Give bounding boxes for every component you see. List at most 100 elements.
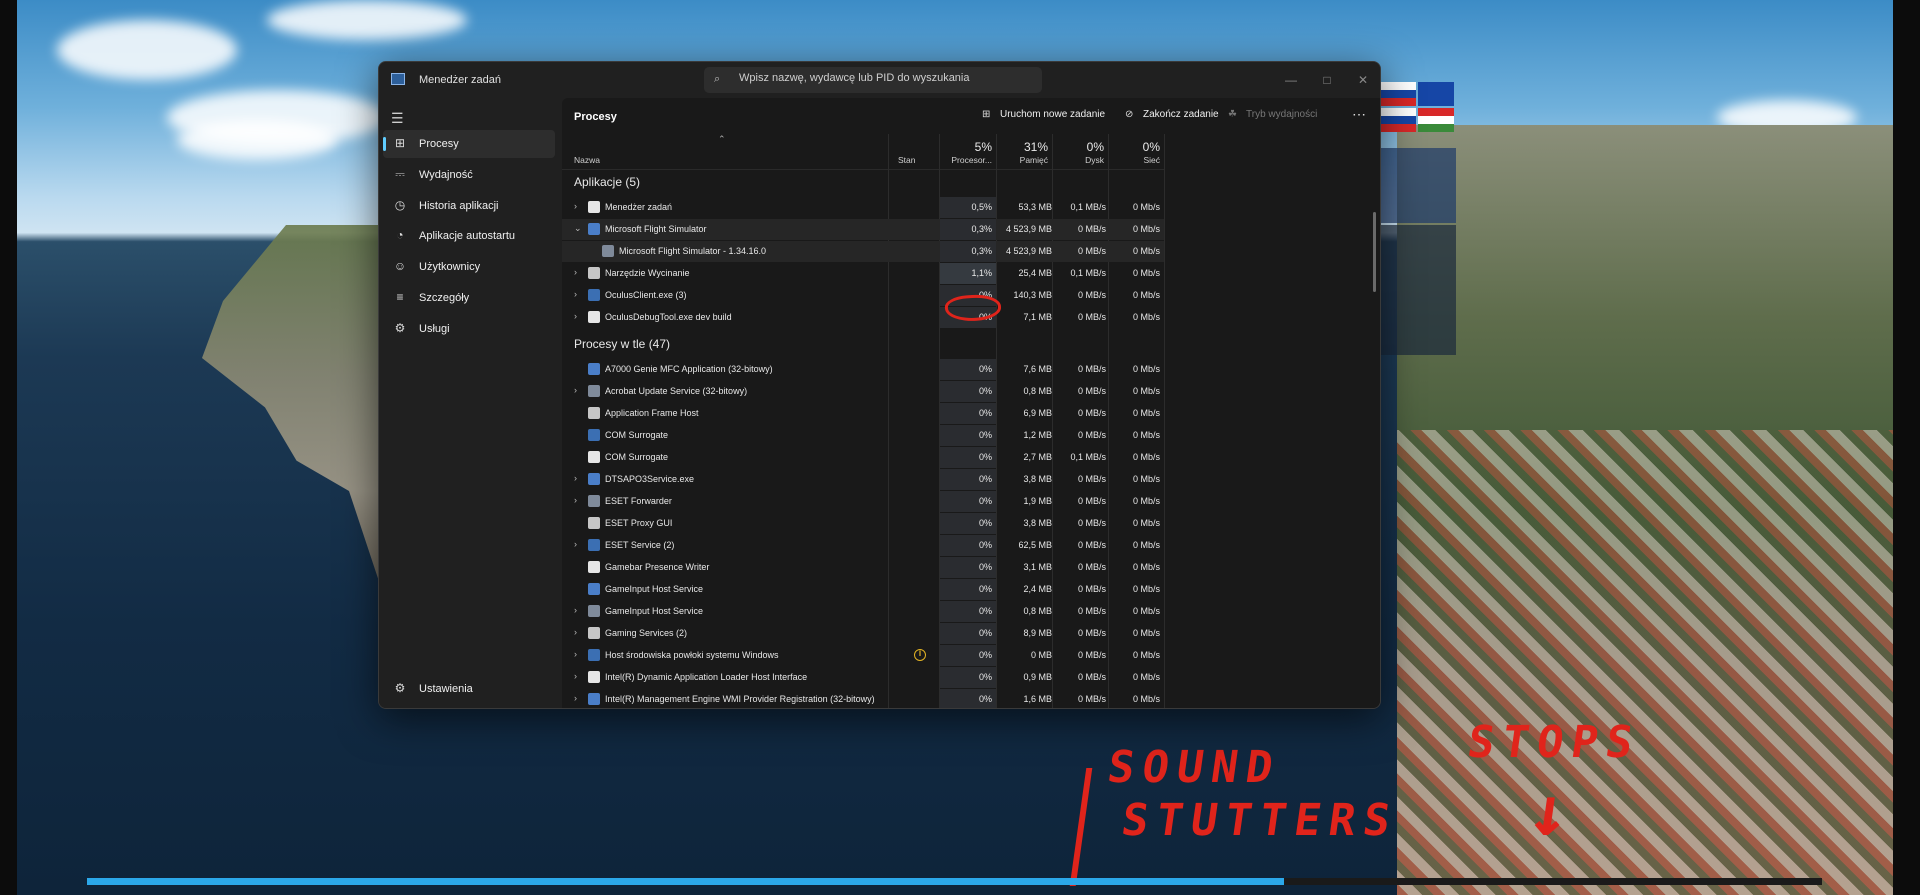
- process-name: COM Surrogate: [605, 430, 669, 440]
- table-row[interactable]: Gamebar Presence Writer 0% 3,1 MB 0 MB/s 0 M…: [562, 557, 1164, 578]
- chevron-right-icon[interactable]: ›: [574, 473, 577, 483]
- column-name[interactable]: Nazwa: [574, 155, 600, 165]
- search-icon: ⌕: [714, 73, 721, 85]
- table-row[interactable]: › Menedżer zadań 0,5% 53,3 MB 0,1 MB/s 0 Mb/s: [562, 197, 1164, 218]
- cell-cpu: 0%: [978, 474, 992, 484]
- sidebar-item-users[interactable]: ☺ Użytkownicy: [383, 253, 555, 281]
- maximize-button[interactable]: □: [1309, 68, 1345, 92]
- run-new-task-button[interactable]: ⊞ Uruchom nowe zadanie: [982, 109, 1105, 120]
- column-memory[interactable]: Pamięć: [998, 155, 1048, 165]
- process-icon: [588, 429, 600, 441]
- background-panel: [1381, 225, 1456, 355]
- cell-net: 0 Mb/s: [1132, 268, 1160, 278]
- process-icon: [588, 201, 600, 213]
- table-row[interactable]: › ESET Service (2) 0% 62,5 MB 0 MB/s 0 Mb/s: [562, 535, 1164, 556]
- column-status[interactable]: Stan: [898, 155, 916, 165]
- column-disk[interactable]: Dysk: [1054, 155, 1104, 165]
- cell-mem: 140,3 MB: [1013, 290, 1052, 300]
- cell-disk: 0 MB/s: [1077, 312, 1106, 322]
- chevron-right-icon[interactable]: ›: [574, 539, 577, 549]
- scrollbar[interactable]: [1373, 212, 1376, 292]
- more-options-icon[interactable]: ⋯: [1352, 106, 1367, 123]
- process-name: OculusClient.exe (3): [605, 290, 687, 300]
- window-title: Menedżer zadań: [419, 74, 501, 86]
- process-name: Gaming Services (2): [605, 628, 688, 638]
- chevron-right-icon[interactable]: ›: [574, 693, 577, 703]
- sidebar-item-services[interactable]: ⚙ Usługi: [383, 315, 555, 343]
- search-input[interactable]: [739, 72, 1029, 84]
- table-row[interactable]: COM Surrogate 0% 1,2 MB 0 MB/s 0 Mb/s: [562, 425, 1164, 446]
- chevron-down-icon[interactable]: ⌄: [574, 223, 582, 234]
- process-icon: [588, 267, 600, 279]
- table-row[interactable]: ESET Proxy GUI 0% 3,8 MB 0 MB/s 0 Mb/s: [562, 513, 1164, 534]
- hamburger-menu-icon[interactable]: ☰: [391, 110, 404, 127]
- chevron-right-icon[interactable]: ›: [574, 495, 577, 505]
- column-header: ⌃ Nazwa Stan 5% Procesor... 31% Pamięć 0…: [562, 134, 1164, 170]
- sidebar-item-settings[interactable]: ⚙ Ustawienia: [383, 675, 555, 703]
- table-row[interactable]: › Intel(R) Dynamic Application Loader Hos…: [562, 667, 1164, 688]
- table-row[interactable]: Microsoft Flight Simulator - 1.34.16.0 0,…: [562, 241, 1164, 262]
- table-row[interactable]: ⌄ Microsoft Flight Simulator 0,3% 4 523,9 M…: [562, 219, 1164, 240]
- table-row[interactable]: › OculusDebugTool.exe dev build 0% 7,1 MB 0 …: [562, 307, 1164, 328]
- cell-cpu: 0%: [978, 606, 992, 616]
- table-row[interactable]: › Gaming Services (2) 0% 8,9 MB 0 MB/s 0 Mb/s: [562, 623, 1164, 644]
- minimize-button[interactable]: —: [1273, 68, 1309, 92]
- cell-disk: 0 MB/s: [1077, 430, 1106, 440]
- chevron-right-icon[interactable]: ›: [574, 311, 577, 321]
- cell-disk: 0 MB/s: [1077, 672, 1106, 682]
- cell-net: 0 Mb/s: [1132, 224, 1160, 234]
- table-row[interactable]: › Acrobat Update Service (32-bitowy) 0% 0,8…: [562, 381, 1164, 402]
- cell-disk: 0 MB/s: [1077, 290, 1106, 300]
- chevron-right-icon[interactable]: ›: [574, 385, 577, 395]
- annotation-stutters: STUTTERS: [1118, 795, 1402, 846]
- chevron-right-icon[interactable]: ›: [574, 289, 577, 299]
- table-row[interactable]: › Intel(R) Management Engine WMI Provider…: [562, 689, 1164, 708]
- chevron-right-icon[interactable]: ›: [574, 201, 577, 211]
- cell-disk: 0 MB/s: [1077, 518, 1106, 528]
- cell-net: 0 Mb/s: [1132, 386, 1160, 396]
- table-row[interactable]: Application Frame Host 0% 6,9 MB 0 MB/s 0 Mb…: [562, 403, 1164, 424]
- sidebar-item-performance[interactable]: ⎓ Wydajność: [383, 161, 555, 189]
- sidebar-item-details[interactable]: ≡ Szczegóły: [383, 284, 555, 312]
- process-icon: [588, 473, 600, 485]
- sidebar-item-label: Ustawienia: [419, 683, 473, 695]
- table-row[interactable]: › ESET Forwarder 0% 1,9 MB 0 MB/s 0 Mb/s: [562, 491, 1164, 512]
- cell-net: 0 Mb/s: [1132, 430, 1160, 440]
- column-network[interactable]: Sieć: [1110, 155, 1160, 165]
- search-box[interactable]: ⌕: [704, 67, 1042, 93]
- cell-net: 0 Mb/s: [1132, 408, 1160, 418]
- group-title: Aplikacje (5): [574, 175, 641, 189]
- chevron-right-icon[interactable]: ›: [574, 649, 577, 659]
- cell-cpu: 0%: [978, 430, 992, 440]
- cell-disk: 0 MB/s: [1077, 694, 1106, 704]
- playback-progress-bar[interactable]: [87, 878, 1822, 885]
- page-title: Procesy: [574, 111, 617, 123]
- column-cpu[interactable]: Procesor...: [942, 155, 992, 165]
- table-row[interactable]: COM Surrogate 0% 2,7 MB 0,1 MB/s 0 Mb/s: [562, 447, 1164, 468]
- chevron-right-icon[interactable]: ›: [574, 267, 577, 277]
- table-row[interactable]: › GameInput Host Service 0% 0,8 MB 0 MB/s 0 M…: [562, 601, 1164, 622]
- table-row[interactable]: A7000 Genie MFC Application (32-bitowy) 0…: [562, 359, 1164, 380]
- chevron-right-icon[interactable]: ›: [574, 627, 577, 637]
- table-row[interactable]: › DTSAPO3Service.exe 0% 3,8 MB 0 MB/s 0 Mb/s: [562, 469, 1164, 490]
- end-task-button[interactable]: ⊘ Zakończ zadanie: [1125, 109, 1219, 120]
- sidebar-item-app-history[interactable]: ◷ Historia aplikacji: [383, 192, 555, 220]
- chevron-right-icon[interactable]: ›: [574, 671, 577, 681]
- cell-mem: 0,8 MB: [1023, 606, 1052, 616]
- cell-cpu: 0%: [978, 628, 992, 638]
- close-button[interactable]: ✕: [1345, 68, 1380, 92]
- chevron-right-icon[interactable]: ›: [574, 605, 577, 615]
- sidebar-item-processes[interactable]: ⊞ Procesy: [383, 130, 555, 158]
- cell-net: 0 Mb/s: [1132, 606, 1160, 616]
- efficiency-mode-button[interactable]: ☘ Tryb wydajności: [1228, 109, 1317, 120]
- cell-net: 0 Mb/s: [1132, 202, 1160, 212]
- sidebar: ☰ ⊞ Procesy ⎓ Wydajność ◷ Historia aplik…: [379, 98, 559, 708]
- cell-cpu: 0%: [978, 540, 992, 550]
- annotation-sound: SOUND: [1104, 742, 1285, 793]
- table-row[interactable]: › Narzędzie Wycinanie 1,1% 25,4 MB 0,1 MB/s 0…: [562, 263, 1164, 284]
- sidebar-item-startup-apps[interactable]: ◔ Aplikacje autostartu: [383, 222, 555, 250]
- table-row[interactable]: GameInput Host Service 0% 2,4 MB 0 MB/s 0 Mb…: [562, 579, 1164, 600]
- table-row[interactable]: › OculusClient.exe (3) 0% 140,3 MB 0 MB/s 0 M…: [562, 285, 1164, 306]
- cell-mem: 8,9 MB: [1023, 628, 1052, 638]
- table-row[interactable]: › Host środowiska powłoki systemu Windows…: [562, 645, 1164, 666]
